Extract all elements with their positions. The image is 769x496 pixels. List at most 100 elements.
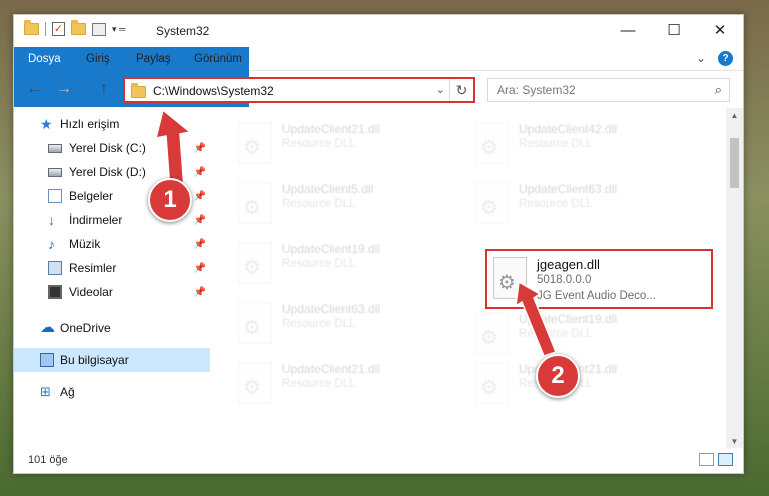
maximize-button[interactable]: ☐ xyxy=(651,15,697,47)
documents-icon xyxy=(48,189,62,203)
recent-locations-chevron-icon[interactable]: ⌄ xyxy=(82,84,90,95)
pin-icon[interactable]: 📌 xyxy=(194,263,206,274)
file-name: UpdateClient5.dll xyxy=(282,182,374,196)
sidebar-item-this-pc[interactable]: Bu bilgisayar xyxy=(14,348,210,372)
pin-icon[interactable]: 📌 xyxy=(194,191,206,202)
file-description: Resource DLL xyxy=(519,198,593,210)
file-name: UpdateClient21.dll xyxy=(282,362,381,376)
dll-file-icon xyxy=(238,302,272,344)
cloud-icon: ☁ xyxy=(40,319,55,336)
tab-home[interactable]: Giriş xyxy=(76,47,120,71)
vertical-scrollbar[interactable]: ▲ ▼ xyxy=(726,108,743,450)
search-icon[interactable]: ⌕ xyxy=(715,82,722,98)
sidebar-item-pictures[interactable]: Resimler 📌 xyxy=(14,256,210,280)
item-count: 101 öğe xyxy=(28,454,68,466)
star-icon: ★ xyxy=(40,116,53,132)
file-item[interactable]: UpdateClient19.dll Resource DLL xyxy=(238,234,473,294)
music-icon: ♪ xyxy=(48,236,55,252)
address-bar[interactable]: C:\Windows\System32 ⌄ ↻ xyxy=(123,77,475,103)
file-name: UpdateClient21.dll xyxy=(282,122,381,136)
network-icon: ⊞ xyxy=(40,384,51,399)
file-item[interactable]: UpdateClient63.dll Resource DLL xyxy=(238,294,473,354)
expand-ribbon-chevron-icon[interactable]: ⌄ xyxy=(696,51,706,66)
search-input[interactable]: Ara: System32 ⌕ xyxy=(487,78,730,102)
address-dropdown-chevron-icon[interactable]: ⌄ xyxy=(436,83,445,96)
file-description: Resource DLL xyxy=(282,258,356,270)
properties-check-icon[interactable]: ✓ xyxy=(52,22,65,36)
drive-icon xyxy=(48,167,62,177)
dll-file-icon xyxy=(238,122,272,164)
customize-toolbar-chevron-icon[interactable]: ▾ ═ xyxy=(112,24,125,35)
forward-button[interactable]: → xyxy=(56,80,72,98)
file-description: Resource DLL xyxy=(282,318,356,330)
sidebar-item-label: Ağ xyxy=(60,385,75,399)
sidebar-item-label: Videolar xyxy=(69,285,113,299)
file-item[interactable]: UpdateClient21.dll Resource DLL xyxy=(238,354,473,414)
file-version: 5018.0.0.0 xyxy=(537,274,592,286)
step-1-badge: 1 xyxy=(148,178,192,222)
sidebar-item-onedrive[interactable]: ☁ OneDrive xyxy=(14,316,210,340)
file-item[interactable]: UpdateClient63.dll Resource DLL xyxy=(475,174,710,234)
refresh-button[interactable]: ↻ xyxy=(449,79,473,101)
file-item[interactable]: UpdateClient21.dll Resource DLL xyxy=(475,354,710,414)
file-item[interactable]: UpdateClient21.dll Resource DLL xyxy=(238,114,473,174)
close-button[interactable]: ✕ xyxy=(697,15,743,47)
address-path[interactable]: C:\Windows\System32 xyxy=(153,84,274,98)
sidebar-item-label: Resimler xyxy=(69,261,117,275)
scroll-up-icon[interactable]: ▲ xyxy=(726,108,743,124)
pin-icon[interactable]: 📌 xyxy=(194,287,206,298)
navigation-pane: ★ Hızlı erişim Yerel Disk (C:) 📌 Yerel D… xyxy=(14,108,210,450)
sidebar-item-music[interactable]: ♪ Müzik 📌 xyxy=(14,232,210,256)
sidebar-item-label: İndirmeler xyxy=(69,213,123,227)
tiles-view-icon[interactable] xyxy=(718,453,733,466)
scroll-thumb[interactable] xyxy=(730,138,739,188)
file-item[interactable]: UpdateClient5.dll Resource DLL xyxy=(238,174,473,234)
file-item[interactable]: UpdateClient42.dll Resource DLL xyxy=(475,114,710,174)
search-placeholder: Ara: System32 xyxy=(497,83,576,97)
dll-file-icon xyxy=(475,312,509,354)
ribbon-tabs: Dosya Giriş Paylaş Görünüm ⌄ ? xyxy=(14,47,743,107)
tab-share[interactable]: Paylaş xyxy=(126,47,181,71)
file-description: Resource DLL xyxy=(519,138,593,150)
tab-view[interactable]: Görünüm xyxy=(184,47,252,71)
sidebar-item-network[interactable]: ⊞ Ağ xyxy=(14,380,210,404)
file-description: Resource DLL xyxy=(282,138,356,150)
sidebar-item-label: Belgeler xyxy=(69,189,114,203)
pin-icon[interactable]: 📌 xyxy=(194,143,206,154)
toolbar-divider xyxy=(45,22,46,36)
pictures-icon xyxy=(48,261,62,275)
minimize-button[interactable]: — xyxy=(605,15,651,47)
title-bar: ✓ ▾ ═ System32 — ☐ ✕ xyxy=(14,15,743,47)
pin-icon[interactable]: 📌 xyxy=(194,167,206,178)
window-title: System32 xyxy=(156,24,210,38)
back-button[interactable]: ← xyxy=(26,80,42,98)
file-name: UpdateClient63.dll xyxy=(282,302,381,316)
dll-file-icon xyxy=(475,362,509,404)
details-view-icon[interactable] xyxy=(699,453,714,466)
file-list: UpdateClient21.dll Resource DLL UpdateCl… xyxy=(220,108,725,450)
videos-icon xyxy=(48,285,62,299)
explorer-window: ✓ ▾ ═ System32 — ☐ ✕ Dosya Giriş Paylaş … xyxy=(13,14,744,474)
step-2-badge: 2 xyxy=(536,354,580,398)
sidebar-item-quick-access[interactable]: ★ Hızlı erişim xyxy=(14,112,210,136)
sidebar-item-videos[interactable]: Videolar 📌 xyxy=(14,280,210,304)
pin-icon[interactable]: 📌 xyxy=(194,215,206,226)
help-icon[interactable]: ? xyxy=(718,51,733,66)
pin-icon[interactable]: 📌 xyxy=(194,239,206,250)
sidebar-item-disk-c[interactable]: Yerel Disk (C:) 📌 xyxy=(14,136,210,160)
file-description: Resource DLL xyxy=(519,328,593,340)
sidebar-item-label: OneDrive xyxy=(60,321,111,335)
file-name: UpdateClient19.dll xyxy=(282,242,381,256)
sidebar-item-label: Yerel Disk (D:) xyxy=(69,165,146,179)
quick-access-toolbar: ✓ ▾ ═ xyxy=(24,20,125,36)
file-item-jgeagen[interactable]: jgeagen.dll 5018.0.0.0 JG Event Audio De… xyxy=(485,249,713,309)
status-bar: 101 öğe xyxy=(14,448,743,473)
navigation-bar: ← → ⌄ ↑ C:\Windows\System32 ⌄ ↻ Ara: Sys… xyxy=(14,72,743,108)
sidebar-item-label: Yerel Disk (C:) xyxy=(69,141,146,155)
properties-icon[interactable] xyxy=(92,22,106,36)
view-switcher xyxy=(699,453,733,466)
dll-file-icon xyxy=(238,242,272,284)
folder-icon xyxy=(24,20,39,35)
new-folder-icon[interactable] xyxy=(71,20,86,35)
up-button[interactable]: ↑ xyxy=(100,80,108,98)
